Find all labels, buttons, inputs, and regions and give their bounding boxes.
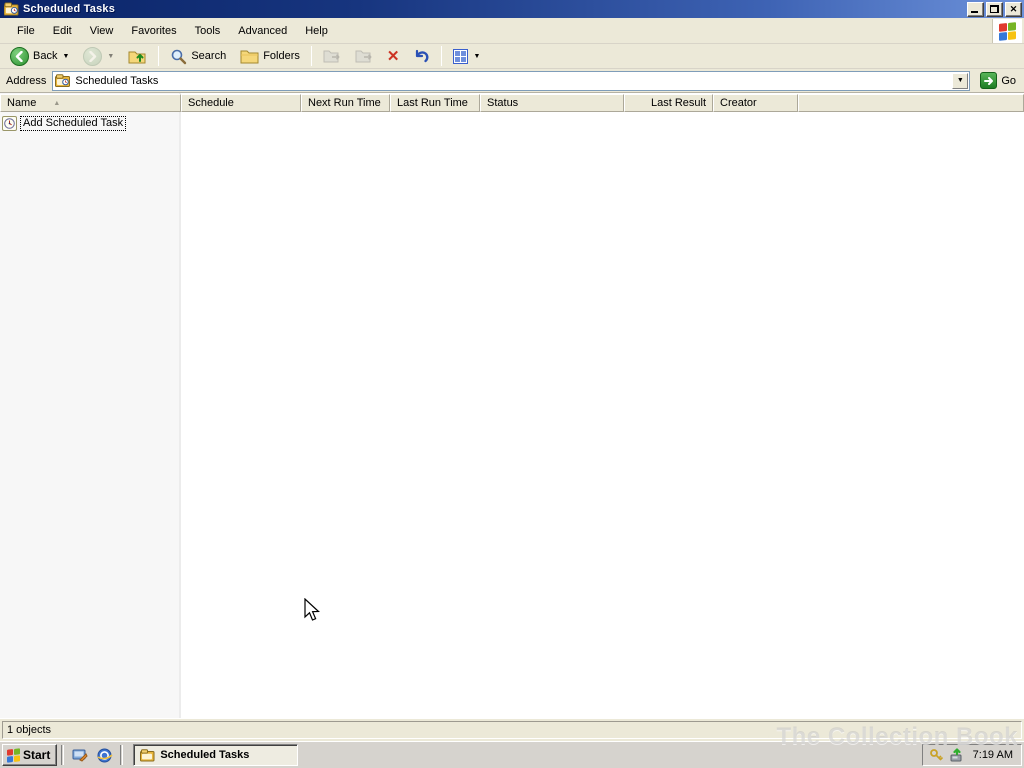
menu-favorites[interactable]: Favorites [122, 22, 185, 40]
go-label: Go [1001, 74, 1016, 87]
back-dropdown-icon[interactable]: ▼ [62, 53, 69, 60]
menu-help[interactable]: Help [296, 22, 337, 40]
safely-remove-hardware-icon[interactable] [949, 747, 965, 763]
views-dropdown-icon[interactable]: ▼ [473, 53, 480, 60]
list-item-add-scheduled-task[interactable]: Add Scheduled Task [2, 115, 127, 132]
toolbar-separator [158, 46, 160, 66]
address-label: Address [6, 74, 47, 87]
back-label: Back [33, 50, 58, 62]
sort-ascending-icon: ▲ [53, 100, 61, 107]
menu-view[interactable]: View [81, 22, 123, 40]
go-arrow-icon [980, 72, 998, 89]
close-button[interactable]: ✕ [1005, 1, 1022, 17]
forward-dropdown-icon: ▼ [107, 52, 115, 60]
address-scheduled-tasks-icon [55, 73, 71, 87]
taskbar-task-scheduled-tasks[interactable]: Scheduled Tasks [133, 744, 299, 766]
column-header-filler [798, 94, 1024, 112]
start-label: Start [23, 748, 51, 762]
menu-advanced[interactable]: Advanced [229, 22, 296, 40]
copy-to-button[interactable] [349, 46, 379, 67]
undo-button[interactable] [407, 45, 436, 67]
add-scheduled-task-icon [2, 116, 17, 131]
search-icon [172, 49, 187, 64]
menu-edit[interactable]: Edit [44, 22, 81, 40]
back-icon [10, 46, 29, 66]
column-header-last-run-time[interactable]: Last Run Time [390, 94, 480, 112]
keys-icon[interactable] [929, 747, 945, 763]
toolbar-separator [441, 46, 443, 66]
views-icon [453, 48, 469, 64]
toolbar-separator [310, 46, 312, 66]
list-item-label: Add Scheduled Task [20, 116, 127, 131]
show-desktop-icon[interactable] [70, 745, 90, 765]
search-label: Search [191, 50, 227, 62]
forward-icon [83, 46, 103, 66]
move-to-icon [323, 50, 340, 62]
folder-up-icon [128, 51, 146, 63]
taskbar: Start Scheduled Tasks 7:19 AM [0, 741, 1024, 768]
column-header-name[interactable]: Name ▲ [0, 94, 181, 112]
move-to-button[interactable] [317, 46, 347, 67]
taskbar-clock[interactable]: 7:19 AM [973, 749, 1013, 761]
folders-icon [240, 50, 259, 63]
copy-to-icon [355, 50, 372, 62]
menu-file[interactable]: File [8, 22, 44, 40]
windows-logo-icon [992, 19, 1022, 43]
task-list-view[interactable]: Name ▲ Schedule Next Run Time Last Run T… [0, 93, 1024, 718]
window-title: Scheduled Tasks [23, 3, 116, 15]
column-header-last-result[interactable]: Last Result [624, 94, 713, 112]
undo-icon [416, 49, 429, 63]
address-dropdown-icon[interactable]: ▼ [952, 72, 969, 89]
task-button-icon [140, 748, 155, 761]
back-button[interactable]: Back ▼ [4, 44, 75, 69]
standard-toolbar: Back ▼ ▼ Search Folders ✕ ▼ [0, 44, 1024, 69]
taskbar-divider[interactable] [120, 745, 124, 765]
start-flag-icon [7, 747, 20, 763]
minimize-button[interactable] [967, 1, 984, 17]
search-button[interactable]: Search [164, 45, 232, 68]
scheduled-tasks-window-icon [4, 2, 19, 16]
column-header-schedule[interactable]: Schedule [181, 94, 301, 112]
column-header-creator[interactable]: Creator [713, 94, 798, 112]
views-button[interactable]: ▼ [447, 46, 486, 67]
column-header-next-run-time[interactable]: Next Run Time [301, 94, 390, 112]
status-text: 1 objects [7, 724, 52, 736]
taskbar-divider[interactable] [61, 745, 65, 765]
go-button[interactable]: Go [975, 70, 1021, 91]
system-tray: 7:19 AM [921, 744, 1022, 766]
status-bar: 1 objects [0, 718, 1024, 741]
delete-icon: ✕ [386, 47, 400, 65]
folders-button[interactable]: Folders [234, 46, 306, 67]
window-titlebar[interactable]: Scheduled Tasks ✕ [0, 0, 1024, 18]
address-value: Scheduled Tasks [75, 74, 159, 87]
menu-bar: File Edit View Favorites Tools Advanced … [0, 18, 1024, 44]
menu-tools[interactable]: Tools [186, 22, 230, 40]
name-column-pane [0, 93, 181, 718]
folders-label: Folders [263, 50, 300, 62]
column-headers: Name ▲ Schedule Next Run Time Last Run T… [0, 94, 1024, 112]
restore-button[interactable] [986, 1, 1003, 17]
address-combobox[interactable]: Scheduled Tasks ▼ [52, 70, 971, 91]
internet-explorer-icon[interactable] [94, 745, 114, 765]
status-panel: 1 objects [2, 721, 1022, 739]
up-button[interactable] [122, 45, 153, 68]
address-bar: Address Scheduled Tasks ▼ Go [0, 69, 1024, 93]
desktop-screen: Scheduled Tasks ✕ File Edit View Favorit… [0, 0, 1024, 768]
task-button-label: Scheduled Tasks [160, 749, 250, 761]
delete-button[interactable]: ✕ [381, 46, 406, 67]
forward-button[interactable]: ▼ [77, 44, 120, 69]
column-header-status[interactable]: Status [480, 94, 624, 112]
start-button[interactable]: Start [2, 744, 58, 766]
